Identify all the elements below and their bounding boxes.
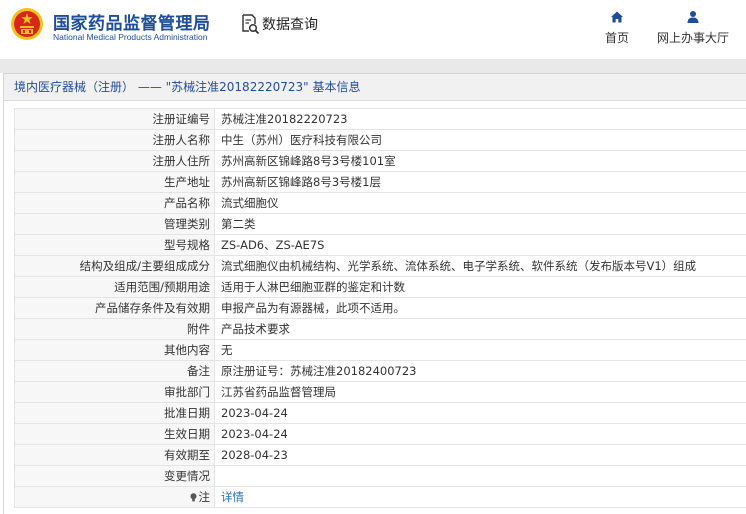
field-value: 苏械注准20182220723 <box>214 108 746 130</box>
table-row: 注册人住所 苏州高新区锦峰路8号3号楼101室 <box>14 150 746 172</box>
table-row: 适用范围/预期用途 适用于人淋巴细胞亚群的鉴定和计数 <box>14 276 746 298</box>
table-row: 批准日期 2023-04-24 <box>14 402 746 424</box>
field-label: 注册人住所 <box>14 150 215 172</box>
field-label: 有效期至 <box>14 444 215 466</box>
data-query-link[interactable]: 数据查询 <box>240 13 318 35</box>
field-value: 第二类 <box>214 213 746 235</box>
details-link[interactable]: 详情 <box>221 490 244 504</box>
table-row: 附件 产品技术要求 <box>14 318 746 340</box>
field-value: 原注册证号：苏械注准20182400723 <box>214 360 746 382</box>
field-label: 生产地址 <box>14 171 215 193</box>
field-label: 注册人名称 <box>14 129 215 151</box>
field-value: 2028-04-23 <box>214 444 746 466</box>
lightbulb-icon <box>190 492 196 501</box>
table-row: 生产地址 苏州高新区锦峰路8号3号楼1层 <box>14 171 746 193</box>
table-row: 产品名称 流式细胞仪 <box>14 192 746 214</box>
table-row: 备注 原注册证号：苏械注准20182400723 <box>14 360 746 382</box>
field-value: 适用于人淋巴细胞亚群的鉴定和计数 <box>214 276 746 298</box>
info-panel: 境内医疗器械（注册） —— "苏械注准20182220723" 基本信息 注册证… <box>3 73 746 514</box>
site-header: 国家药品监督管理局 National Medical Products Admi… <box>0 0 746 59</box>
table-row: 其他内容无 <box>14 339 746 361</box>
note-label-cell: 注 <box>14 486 215 508</box>
field-value: 苏州高新区锦峰路8号3号楼1层 <box>214 171 746 193</box>
table-row-note: 注详情 <box>14 486 746 508</box>
nav-online-hall-label: 网上办事大厅 <box>656 31 729 45</box>
data-query-label: 数据查询 <box>262 17 318 33</box>
note-label: 注 <box>198 489 211 504</box>
field-value: 流式细胞仪 <box>214 192 746 214</box>
field-label: 产品名称 <box>14 192 215 214</box>
field-label: 审批部门 <box>14 381 215 403</box>
field-label: 注册证编号 <box>14 108 215 130</box>
field-label: 附件 <box>14 318 215 340</box>
field-value: 苏州高新区锦峰路8号3号楼101室 <box>214 150 746 172</box>
table-row: 注册人名称 中生（苏州）医疗科技有限公司 <box>14 129 746 151</box>
field-label: 变更情况 <box>14 465 215 487</box>
document-search-icon <box>242 14 260 35</box>
field-label: 管理类别 <box>14 213 215 235</box>
panel-title: 境内医疗器械（注册） —— "苏械注准20182220723" 基本信息 <box>4 74 746 101</box>
field-value <box>214 465 746 487</box>
table-row: 审批部门 江苏省药品监督管理局 <box>14 381 746 403</box>
field-label: 产品储存条件及有效期 <box>14 297 215 319</box>
field-label: 其他内容 <box>14 339 215 361</box>
home-icon <box>611 11 623 23</box>
field-value: 江苏省药品监督管理局 <box>214 381 746 403</box>
field-label: 型号规格 <box>14 234 215 256</box>
field-label: 备注 <box>14 360 215 382</box>
field-value: 产品技术要求 <box>214 318 746 340</box>
nav-home-label: 首页 <box>604 31 629 45</box>
field-value: 申报产品为有源器械，此项不适用。 <box>214 297 746 319</box>
field-value: 中生（苏州）医疗科技有限公司 <box>214 129 746 151</box>
field-value: ZS-AD6、ZS-AE7S <box>214 234 746 256</box>
field-value: 无 <box>214 339 746 361</box>
field-label: 结构及组成/主要组成成分 <box>14 255 215 277</box>
table-row: 管理类别 第二类 <box>14 213 746 235</box>
user-icon <box>687 11 699 23</box>
org-name-cn: 国家药品监督管理局 <box>53 14 211 34</box>
info-table: 注册证编号 苏械注准20182220723 注册人名称 中生（苏州）医疗科技有限公司注… <box>14 108 746 508</box>
table-row: 注册证编号 苏械注准20182220723 <box>14 108 746 130</box>
nav-online-hall[interactable]: 网上办事大厅 <box>652 10 734 46</box>
note-value-cell: 详情 <box>214 486 746 508</box>
table-row: 变更情况 <box>14 465 746 487</box>
table-row: 型号规格 ZS-AD6、ZS-AE7S <box>14 234 746 256</box>
field-label: 适用范围/预期用途 <box>14 276 215 298</box>
field-value: 2023-04-24 <box>214 402 746 424</box>
field-value: 流式细胞仪由机械结构、光学系统、流体系统、电子学系统、软件系统（发布版本号V1）… <box>214 255 746 277</box>
nav-home[interactable]: 首页 <box>600 10 634 46</box>
national-emblem-icon <box>11 8 43 40</box>
field-label: 生效日期 <box>14 423 215 445</box>
table-row: 结构及组成/主要组成成分 流式细胞仪由机械结构、光学系统、流体系统、电子学系统、软… <box>14 255 746 277</box>
table-row: 产品储存条件及有效期 申报产品为有源器械，此项不适用。 <box>14 297 746 319</box>
table-row: 有效期至 2028-04-23 <box>14 444 746 466</box>
header-divider-band <box>0 59 746 73</box>
field-value: 2023-04-24 <box>214 423 746 445</box>
org-name-en: National Medical Products Administration <box>53 32 208 42</box>
table-row: 生效日期 2023-04-24 <box>14 423 746 445</box>
field-label: 批准日期 <box>14 402 215 424</box>
